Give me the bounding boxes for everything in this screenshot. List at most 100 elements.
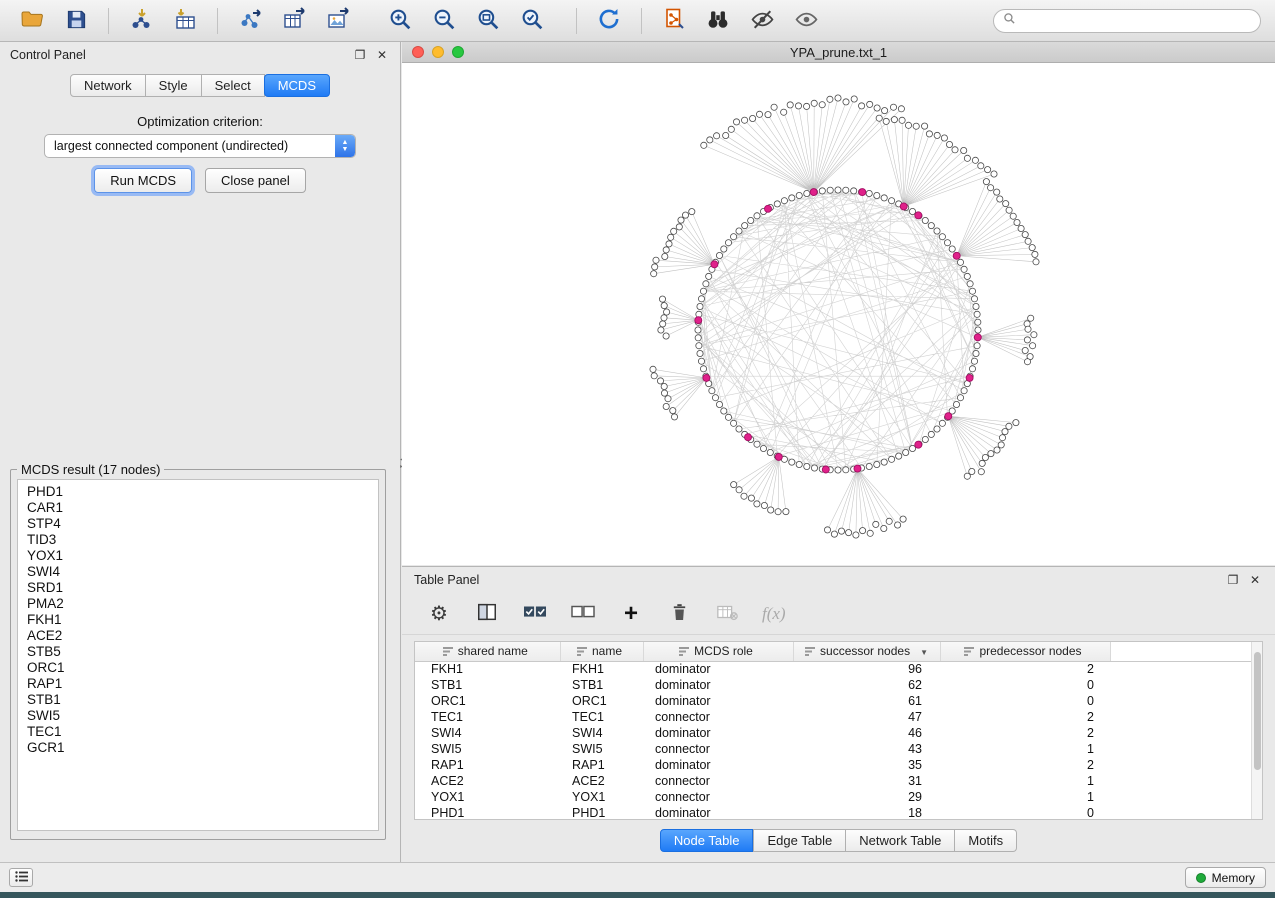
network-node[interactable] [781, 198, 787, 204]
network-node[interactable] [898, 106, 904, 112]
network-node[interactable] [895, 522, 901, 528]
close-panel-icon[interactable]: ✕ [1247, 572, 1263, 588]
network-node[interactable] [1013, 420, 1019, 426]
tab-network-table[interactable]: Network Table [846, 829, 955, 852]
network-node[interactable] [771, 104, 777, 110]
network-node[interactable] [994, 447, 1000, 453]
network-node[interactable] [860, 528, 866, 534]
network-node[interactable] [721, 408, 727, 414]
network-node[interactable] [971, 358, 977, 364]
network-node[interactable] [881, 195, 887, 201]
network-node[interactable] [682, 212, 688, 218]
network-node[interactable] [866, 190, 872, 196]
network-node[interactable] [714, 133, 720, 139]
export-network-button[interactable] [232, 4, 268, 38]
network-node[interactable] [660, 321, 666, 327]
network-node[interactable] [843, 467, 849, 473]
network-node[interactable] [939, 234, 945, 240]
network-node[interactable] [733, 119, 739, 125]
network-node[interactable] [971, 296, 977, 302]
network-node[interactable] [796, 461, 802, 467]
tab-node-table[interactable]: Node Table [660, 829, 754, 852]
table-row[interactable]: ORC1ORC1dominator610 [415, 693, 1261, 709]
network-node[interactable] [1028, 315, 1034, 321]
network-node[interactable] [982, 454, 988, 460]
network-node[interactable] [796, 192, 802, 198]
network-node[interactable] [663, 247, 669, 253]
network-node[interactable] [974, 343, 980, 349]
tab-mcds[interactable]: MCDS [264, 74, 330, 97]
dominator-node[interactable] [703, 374, 710, 381]
add-column-button[interactable]: + [618, 601, 644, 627]
network-node[interactable] [891, 117, 897, 123]
network-node[interactable] [922, 436, 928, 442]
network-node[interactable] [1024, 359, 1030, 365]
tab-edge-table[interactable]: Edge Table [753, 829, 846, 852]
network-node[interactable] [1032, 251, 1038, 257]
network-node[interactable] [748, 217, 754, 223]
network-node[interactable] [867, 530, 873, 536]
network-node[interactable] [979, 460, 985, 466]
network-node[interactable] [882, 108, 888, 114]
network-node[interactable] [909, 445, 915, 451]
dominator-node[interactable] [974, 334, 981, 341]
network-node[interactable] [783, 509, 789, 515]
network-node[interactable] [957, 259, 963, 265]
tab-motifs[interactable]: Motifs [955, 829, 1017, 852]
network-node[interactable] [1022, 232, 1028, 238]
network-node[interactable] [975, 319, 981, 325]
network-node[interactable] [851, 188, 857, 194]
network-node[interactable] [934, 228, 940, 234]
network-node[interactable] [697, 350, 703, 356]
network-node[interactable] [991, 171, 997, 177]
import-table-button[interactable] [167, 4, 203, 38]
network-node[interactable] [761, 502, 767, 508]
float-panel-icon[interactable]: ❐ [1225, 572, 1241, 588]
network-node[interactable] [1029, 245, 1035, 251]
network-node[interactable] [831, 531, 837, 537]
tab-select[interactable]: Select [202, 74, 265, 97]
tab-network[interactable]: Network [70, 74, 146, 97]
network-node[interactable] [736, 426, 742, 432]
network-node[interactable] [754, 501, 760, 507]
network-node[interactable] [928, 223, 934, 229]
close-panel-icon[interactable]: ✕ [374, 47, 390, 63]
network-node[interactable] [964, 273, 970, 279]
network-canvas[interactable] [402, 63, 1275, 565]
network-node[interactable] [670, 408, 676, 414]
find-button[interactable] [700, 4, 736, 38]
network-node[interactable] [695, 327, 701, 333]
network-node[interactable] [750, 115, 756, 121]
network-node[interactable] [967, 281, 973, 287]
network-node[interactable] [890, 104, 896, 110]
network-node[interactable] [712, 395, 718, 401]
mcds-result-item[interactable]: YOX1 [27, 548, 369, 564]
network-node[interactable] [886, 518, 892, 524]
network-node[interactable] [961, 147, 967, 153]
network-node[interactable] [760, 445, 766, 451]
network-node[interactable] [889, 198, 895, 204]
network-node[interactable] [974, 311, 980, 317]
network-node[interactable] [867, 101, 873, 107]
network-node[interactable] [661, 390, 667, 396]
dominator-node[interactable] [745, 434, 752, 441]
network-node[interactable] [659, 296, 665, 302]
network-node[interactable] [657, 378, 663, 384]
mcds-result-item[interactable]: SWI4 [27, 564, 369, 580]
network-node[interactable] [827, 96, 833, 102]
mcds-result-item[interactable]: STP4 [27, 516, 369, 532]
network-node[interactable] [913, 123, 919, 129]
network-node[interactable] [716, 401, 722, 407]
network-node[interactable] [874, 105, 880, 111]
network-node[interactable] [663, 403, 669, 409]
network-node[interactable] [736, 487, 742, 493]
network-node[interactable] [983, 179, 989, 185]
network-node[interactable] [754, 213, 760, 219]
network-node[interactable] [736, 228, 742, 234]
node-table[interactable]: shared name name MCDS role successor nod… [415, 642, 1261, 820]
network-node[interactable] [678, 217, 684, 223]
chevron-down-icon[interactable]: ▼ [920, 648, 928, 657]
network-node[interactable] [998, 442, 1004, 448]
network-node[interactable] [851, 96, 857, 102]
network-node[interactable] [961, 388, 967, 394]
